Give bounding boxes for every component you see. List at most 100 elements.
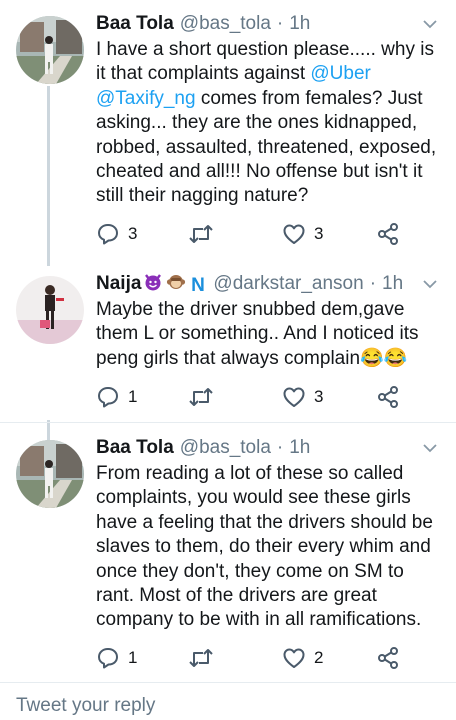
chevron-down-icon[interactable] — [422, 276, 438, 292]
handle[interactable]: @bas_tola — [180, 13, 271, 35]
display-name[interactable]: Naija — [96, 273, 141, 295]
text-segment: comes from females? Just — [195, 87, 423, 109]
tweet-actions: 3 3 — [96, 222, 406, 246]
share-icon — [376, 646, 400, 670]
like-count: 2 — [314, 648, 324, 667]
timestamp[interactable]: 1h — [382, 273, 403, 295]
mention-link[interactable]: @Uber — [310, 63, 370, 84]
tweet-text: Maybe the driver snubbed dem,gave them L … — [96, 298, 442, 371]
like-count: 3 — [314, 224, 324, 243]
tweet-actions: 1 2 — [96, 646, 406, 670]
handle[interactable]: @darkstar_anson — [213, 273, 363, 295]
reply-input[interactable]: Tweet your reply — [16, 695, 155, 717]
monkey-icon — [166, 272, 186, 297]
avatar[interactable] — [16, 16, 84, 84]
reply-button[interactable]: 1 — [96, 646, 137, 670]
reply-icon — [96, 385, 120, 409]
retweet-icon — [188, 646, 214, 670]
text-segment: I have a short question please..... why … — [96, 39, 434, 60]
text-segment: them L or something.. And I noticed its — [96, 323, 419, 345]
reply-button[interactable]: 3 — [96, 222, 137, 246]
text-segment: rant. Most of the drivers are great — [96, 585, 377, 607]
name-emojis: N — [143, 272, 208, 297]
tweet-text-line: I have a short question please..... why … — [96, 38, 442, 62]
heart-icon — [282, 646, 306, 670]
like-count: 3 — [314, 387, 324, 406]
like-button[interactable]: 2 — [282, 646, 323, 670]
tweet[interactable]: Baa Tola @bas_tola · 1h From reading a l… — [0, 434, 456, 682]
reply-icon — [96, 646, 120, 670]
retweet-button[interactable] — [188, 222, 222, 246]
chevron-down-icon[interactable] — [422, 16, 438, 32]
text-segment: peng girls that always complain😂😂 — [96, 347, 408, 369]
share-icon — [376, 385, 400, 409]
tweet-text-line: asking... they are the ones kidnapped, — [96, 111, 442, 135]
timestamp[interactable]: 1h — [289, 437, 310, 459]
tweet-text-line: rant. Most of the drivers are great — [96, 584, 442, 608]
tweet-text: From reading a lot of these so called com… — [96, 462, 442, 633]
chevron-down-icon[interactable] — [422, 440, 438, 456]
text-segment: company to be with in all ramifications. — [96, 609, 422, 631]
reply-icon — [96, 222, 120, 246]
tweet-text: I have a short question please..... why … — [96, 38, 442, 209]
avatar[interactable] — [16, 276, 84, 344]
text-segment: robbed, assaulted, threatened, exposed, — [96, 136, 437, 158]
share-icon — [376, 222, 400, 246]
share-button[interactable] — [376, 385, 400, 409]
like-button[interactable]: 3 — [282, 222, 323, 246]
tweet-text-line: robbed, assaulted, threatened, exposed, — [96, 136, 442, 160]
smiling-devil-icon — [143, 272, 163, 297]
tweet-actions: 1 3 — [96, 385, 406, 409]
tweet-header: Naija N @darkstar_anson · 1h — [96, 270, 446, 298]
tweet-text-line: @Taxify_ng comes from females? Just — [96, 87, 442, 111]
reply-count: 1 — [128, 648, 138, 667]
display-name[interactable]: Baa Tola — [96, 13, 174, 35]
text-segment: complaints, you would see these girls — [96, 487, 411, 509]
retweet-button[interactable] — [188, 385, 222, 409]
reply-composer[interactable]: Tweet your reply — [0, 682, 456, 720]
share-button[interactable] — [376, 646, 400, 670]
text-segment: Maybe the driver snubbed dem,gave — [96, 299, 405, 320]
like-button[interactable]: 3 — [282, 385, 323, 409]
tweet-text-line: Maybe the driver snubbed dem,gave — [96, 298, 442, 322]
divider — [0, 422, 456, 423]
text-segment: once they don't, they come on SM to — [96, 560, 404, 582]
timestamp[interactable]: 1h — [289, 13, 310, 35]
mention-link[interactable]: @Taxify_ng — [96, 88, 196, 109]
text-segment: From reading a lot of these so called — [96, 463, 404, 484]
heart-icon — [282, 222, 306, 246]
tweet-text-line: it that complaints against @Uber — [96, 62, 442, 86]
tweet-text-line: cheated and all!!! No offense but isn't … — [96, 160, 442, 184]
retweet-button[interactable] — [188, 646, 222, 670]
display-name[interactable]: Baa Tola — [96, 437, 174, 459]
tweet-text-line: have a feeling that the drivers should b… — [96, 511, 442, 535]
heart-icon — [282, 385, 306, 409]
text-segment: have a feeling that the drivers should b… — [96, 511, 433, 533]
tweet[interactable]: Baa Tola @bas_tola · 1h I have a short q… — [0, 10, 456, 260]
retweet-icon — [188, 385, 214, 409]
handle[interactable]: @bas_tola — [180, 437, 271, 459]
share-button[interactable] — [376, 222, 400, 246]
tweet-text-line: complaints, you would see these girls — [96, 486, 442, 510]
reply-count: 3 — [128, 224, 138, 243]
svg-text:N: N — [192, 275, 206, 294]
tweet-text-line: peng girls that always complain😂😂 — [96, 347, 442, 371]
reply-button[interactable]: 1 — [96, 385, 137, 409]
dot-separator: · — [369, 273, 377, 294]
tweet-text-line: From reading a lot of these so called — [96, 462, 442, 486]
tweet[interactable]: Naija N @darkstar_anson · 1h Maybe the d… — [0, 270, 456, 422]
tweet-text-line: once they don't, they come on SM to — [96, 560, 442, 584]
tweet-text-line: them L or something.. And I noticed its — [96, 322, 442, 346]
tweet-text-line: slaves to them, do their every whim and — [96, 535, 442, 559]
text-segment: still their nagging nature? — [96, 185, 309, 207]
tweet-text-line: still their nagging nature? — [96, 184, 442, 208]
dot-separator: · — [276, 13, 284, 34]
tweet-header: Baa Tola @bas_tola · 1h — [96, 10, 446, 38]
retweet-icon — [188, 222, 214, 246]
tweet-header: Baa Tola @bas_tola · 1h — [96, 434, 446, 462]
avatar[interactable] — [16, 440, 84, 508]
tweet-text-line: company to be with in all ramifications. — [96, 608, 442, 632]
text-segment: asking... they are the ones kidnapped, — [96, 112, 418, 134]
dot-separator: · — [276, 437, 284, 458]
text-segment: cheated and all!!! No offense but isn't … — [96, 161, 423, 183]
